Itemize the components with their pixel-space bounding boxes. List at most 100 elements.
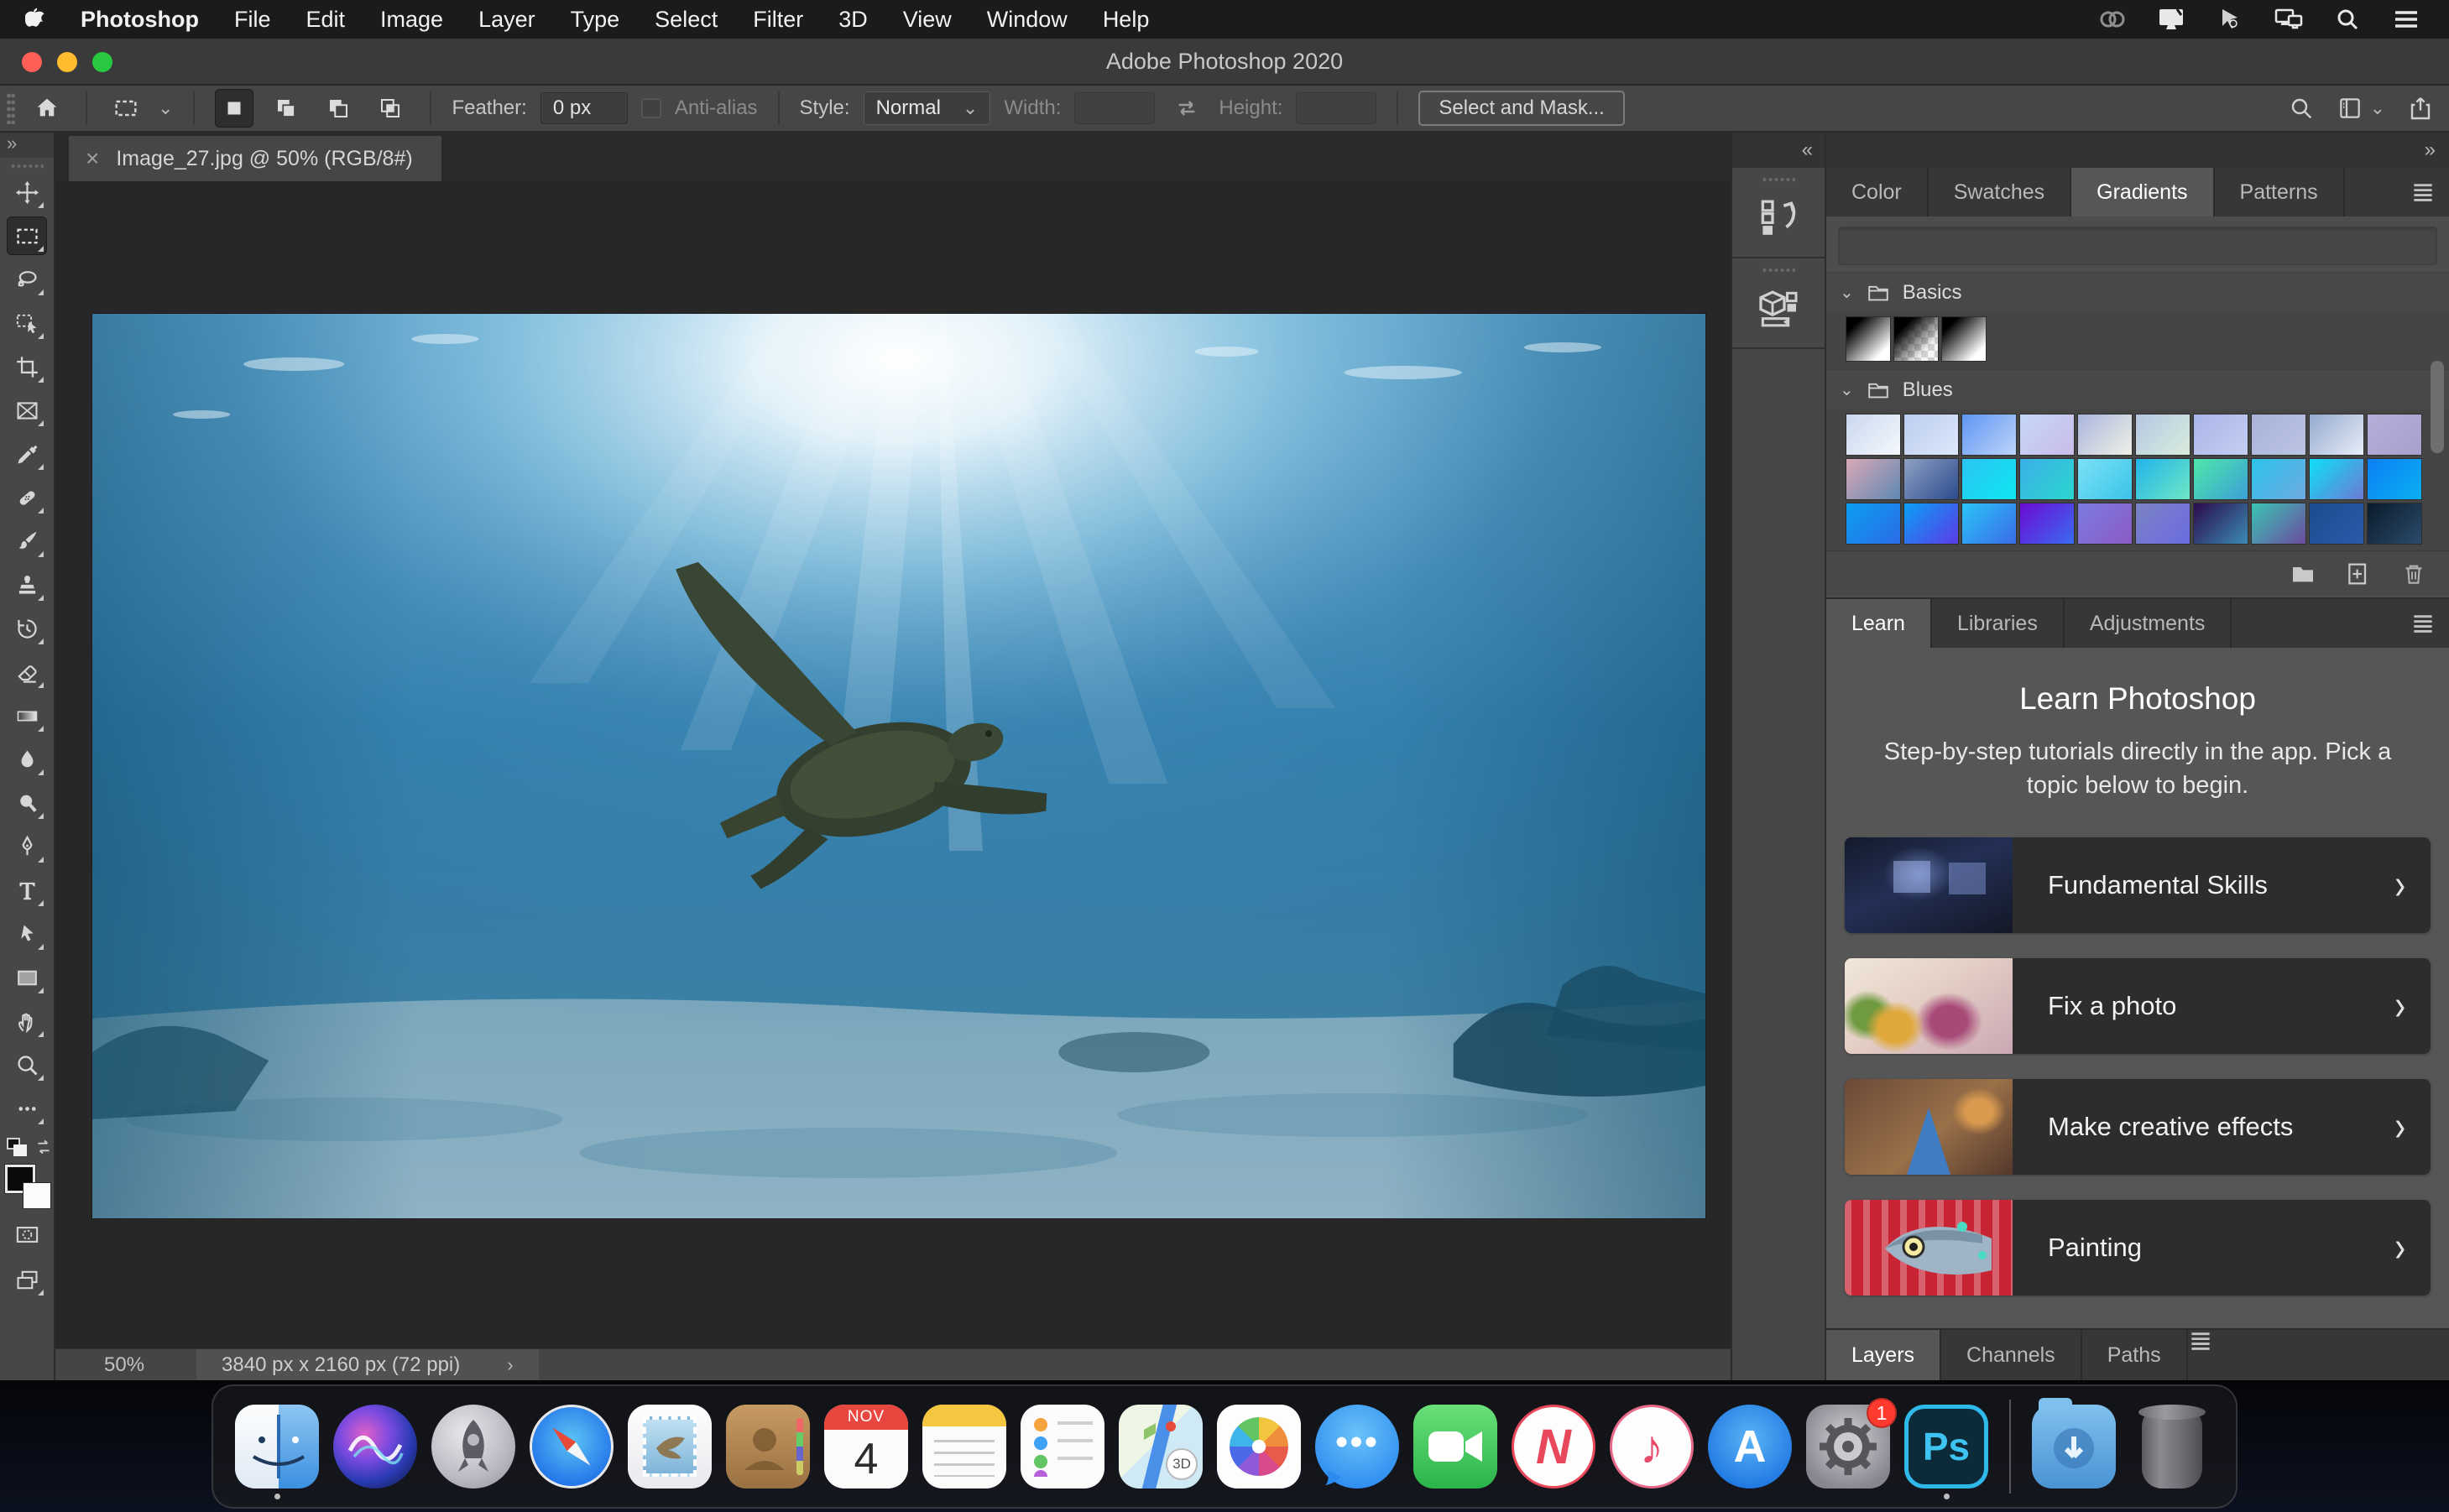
dock-trash[interactable]: [2130, 1405, 2214, 1489]
tab-close-icon[interactable]: ×: [86, 145, 99, 172]
dock-contacts[interactable]: [726, 1405, 810, 1489]
brush-tool[interactable]: [7, 522, 47, 560]
creative-cloud-icon[interactable]: [2098, 7, 2127, 32]
spotlight-icon[interactable]: [2333, 7, 2362, 32]
crop-tool[interactable]: [7, 347, 47, 386]
feather-input[interactable]: 0 px: [540, 92, 628, 124]
minimize-window-button[interactable]: [57, 52, 77, 72]
new-group-icon[interactable]: [2290, 561, 2316, 587]
foreground-background-swatches[interactable]: [3, 1165, 50, 1208]
tab-libraries[interactable]: Libraries: [1931, 599, 2065, 648]
document-image[interactable]: [92, 314, 1705, 1218]
dock-launchpad[interactable]: [431, 1405, 515, 1489]
remote-cursor-icon[interactable]: [2216, 7, 2244, 32]
object-selection-tool[interactable]: [7, 304, 47, 342]
tab-color[interactable]: Color: [1826, 168, 1929, 216]
menu-item[interactable]: View: [903, 7, 952, 33]
dock-messages[interactable]: •••: [1315, 1405, 1399, 1489]
dock-photos[interactable]: [1217, 1405, 1301, 1489]
left-rail-expand[interactable]: »: [0, 133, 54, 158]
dock-photoshop[interactable]: Ps: [1904, 1405, 1988, 1499]
eyedropper-tool[interactable]: [7, 435, 47, 473]
new-gradient-icon[interactable]: [2345, 561, 2372, 587]
gradient-swatch[interactable]: [2252, 414, 2305, 455]
layers-panel-menu-icon[interactable]: [2188, 1330, 2213, 1380]
properties-panel-collapsed[interactable]: [1732, 258, 1825, 349]
select-and-mask-button[interactable]: Select and Mask...: [1418, 91, 1625, 126]
default-and-swap-colors[interactable]: [5, 1136, 50, 1158]
menu-item[interactable]: Edit: [306, 7, 346, 33]
menu-item[interactable]: Photoshop: [81, 7, 199, 33]
dock-mail[interactable]: [628, 1405, 712, 1489]
spot-healing-brush-tool[interactable]: [7, 478, 47, 517]
blur-tool[interactable]: [7, 740, 47, 779]
dock-system-preferences[interactable]: 1: [1806, 1398, 1897, 1489]
gradient-swatch[interactable]: [2252, 503, 2305, 544]
gradients-panel-menu-icon[interactable]: [2410, 168, 2449, 216]
gradient-swatch[interactable]: [2194, 459, 2248, 499]
anti-alias-checkbox[interactable]: [640, 98, 661, 118]
gradient-swatch[interactable]: [1846, 503, 1900, 544]
gradient-swatch[interactable]: [1962, 503, 2016, 544]
history-panel-collapsed[interactable]: [1732, 168, 1825, 258]
dock-calendar[interactable]: NOV 4: [824, 1405, 908, 1489]
chevron-down-icon[interactable]: ⌄: [1840, 379, 1854, 400]
quick-mask-button[interactable]: [7, 1215, 47, 1254]
selection-mode-add[interactable]: [267, 89, 305, 128]
learn-card-fix-a-photo[interactable]: Fix a photo ›: [1845, 958, 2431, 1055]
canvas-area[interactable]: [55, 181, 1731, 1348]
gradient-swatch[interactable]: [2020, 414, 2074, 455]
dock-notes[interactable]: [922, 1405, 1006, 1489]
collapse-right-panels-button[interactable]: »: [1826, 133, 2449, 168]
gradient-swatch[interactable]: [2368, 503, 2421, 544]
frame-tool[interactable]: [7, 391, 47, 430]
gradient-swatch[interactable]: [2136, 414, 2190, 455]
tool-preset-marquee-icon[interactable]: [107, 90, 144, 127]
width-input[interactable]: [1074, 92, 1156, 124]
chevron-down-icon[interactable]: ⌄: [1840, 282, 1854, 303]
notification-list-icon[interactable]: [2392, 7, 2420, 32]
menu-item[interactable]: Filter: [753, 7, 803, 33]
close-window-button[interactable]: [22, 52, 42, 72]
gradient-swatch[interactable]: [2020, 459, 2074, 499]
edit-toolbar-button[interactable]: [7, 1089, 47, 1128]
gradient-swatch[interactable]: [2310, 503, 2363, 544]
dock-itunes[interactable]: ♪: [1610, 1405, 1694, 1489]
menu-item[interactable]: Window: [987, 7, 1068, 33]
gradient-swatch[interactable]: [1904, 414, 1958, 455]
dock-downloads[interactable]: [2032, 1398, 2116, 1489]
menu-item[interactable]: Layer: [478, 7, 535, 33]
menu-item[interactable]: File: [234, 7, 271, 33]
workspace-switcher-icon[interactable]: [2337, 95, 2363, 122]
document-dimensions[interactable]: 3840 px x 2160 px (72 ppi) ›: [196, 1348, 539, 1381]
zoom-tool[interactable]: [7, 1045, 47, 1084]
history-panel-icon[interactable]: [1755, 195, 1802, 242]
display-icon[interactable]: [2157, 7, 2185, 32]
gradients-scrollbar[interactable]: [2431, 361, 2444, 453]
tool-preset-chevron[interactable]: ⌄: [158, 97, 173, 119]
menu-item[interactable]: Type: [571, 7, 620, 33]
gradient-swatch[interactable]: [2310, 459, 2363, 499]
path-selection-tool[interactable]: [7, 915, 47, 953]
dock-facetime[interactable]: [1413, 1405, 1497, 1489]
tab-channels[interactable]: Channels: [1941, 1330, 2082, 1380]
clone-stamp-tool[interactable]: [7, 566, 47, 604]
eraser-tool[interactable]: [7, 653, 47, 691]
hand-tool[interactable]: [7, 1002, 47, 1040]
zoom-window-button[interactable]: [92, 52, 112, 72]
gradient-swatch[interactable]: [2194, 414, 2248, 455]
gradient-search-input[interactable]: [1838, 227, 2437, 265]
gradient-group-basics[interactable]: ⌄ Basics: [1826, 272, 2449, 312]
home-button[interactable]: [29, 90, 65, 127]
gradient-swatch[interactable]: [2136, 503, 2190, 544]
collapse-panels-button[interactable]: «: [1732, 133, 1825, 168]
dodge-tool[interactable]: [7, 784, 47, 822]
gradient-swatch-black-transparent[interactable]: [1894, 317, 1938, 361]
options-grip[interactable]: [7, 92, 15, 124]
sidecar-displays-icon[interactable]: [2274, 7, 2303, 32]
menu-item[interactable]: Select: [655, 7, 718, 33]
rectangular-marquee-tool[interactable]: [7, 216, 47, 255]
3d-properties-panel-icon[interactable]: [1755, 285, 1802, 332]
document-tab[interactable]: × Image_27.jpg @ 50% (RGB/8#): [69, 136, 441, 181]
gradient-swatch[interactable]: [2078, 414, 2132, 455]
